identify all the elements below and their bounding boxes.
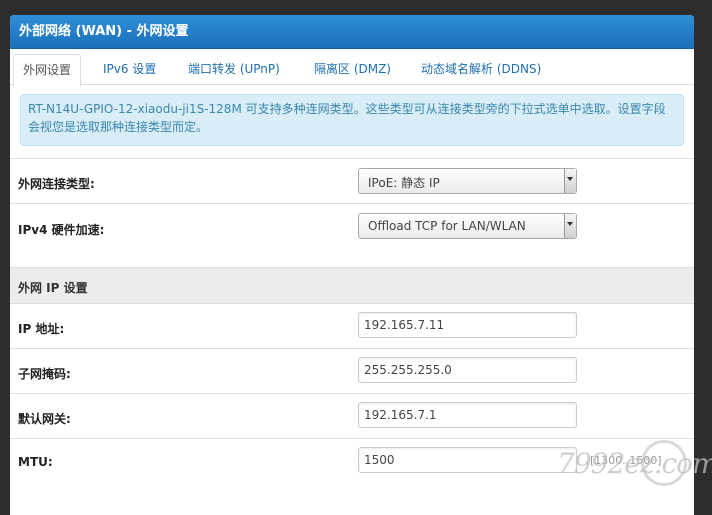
- wan-settings-panel: 外部网络 (WAN) - 外网设置 外网设置 IPv6 设置 端口转发 (UPn…: [10, 15, 694, 515]
- subnet-mask-input[interactable]: [358, 357, 577, 383]
- wan-type-select[interactable]: IPoE: 静态 IP: [358, 168, 577, 194]
- ip-address-input[interactable]: [358, 312, 577, 338]
- wan-type-row: 外网连接类型: IPoE: 静态 IP: [10, 158, 694, 204]
- section-title: 外网 IP 设置: [18, 281, 88, 295]
- tab-ipv6-settings[interactable]: IPv6 设置: [103, 54, 156, 84]
- chevron-down-icon: [564, 169, 576, 193]
- mtu-label: MTU:: [18, 455, 53, 469]
- hw-accel-value: Offload TCP for LAN/WLAN: [368, 219, 526, 233]
- mtu-input[interactable]: [358, 447, 577, 473]
- panel-title: 外部网络 (WAN) - 外网设置: [10, 15, 694, 49]
- gateway-label: 默认网关:: [18, 412, 71, 426]
- hw-accel-select[interactable]: Offload TCP for LAN/WLAN: [358, 213, 577, 239]
- mtu-range-hint: [1300..1500]: [590, 454, 662, 467]
- tab-bar: 外网设置 IPv6 设置 端口转发 (UPnP) 隔离区 (DMZ) 动态域名解…: [10, 49, 694, 87]
- chevron-down-icon: [564, 214, 576, 238]
- tab-port-forwarding[interactable]: 端口转发 (UPnP): [188, 54, 280, 84]
- mtu-row: MTU: [1300..1500]: [10, 438, 694, 515]
- wan-ip-section-header: 外网 IP 设置: [10, 267, 694, 304]
- wan-type-label: 外网连接类型:: [18, 177, 95, 191]
- hw-accel-label: IPv4 硬件加速:: [18, 223, 105, 237]
- ip-address-row: IP 地址:: [10, 303, 694, 349]
- tab-ddns[interactable]: 动态域名解析 (DDNS): [421, 54, 541, 84]
- tab-wan-settings[interactable]: 外网设置: [13, 54, 82, 87]
- subnet-mask-row: 子网掩码:: [10, 348, 694, 394]
- ip-address-label: IP 地址:: [18, 322, 65, 336]
- gateway-row: 默认网关:: [10, 393, 694, 439]
- wan-type-value: IPoE: 静态 IP: [368, 176, 440, 190]
- subnet-mask-label: 子网掩码:: [18, 367, 71, 381]
- gateway-input[interactable]: [358, 402, 577, 428]
- tab-dmz[interactable]: 隔离区 (DMZ): [314, 54, 391, 84]
- hw-accel-row: IPv4 硬件加速: Offload TCP for LAN/WLAN: [10, 203, 694, 268]
- info-message: RT-N14U-GPIO-12-xiaodu-ji1S-128M 可支持多种连网…: [20, 94, 684, 146]
